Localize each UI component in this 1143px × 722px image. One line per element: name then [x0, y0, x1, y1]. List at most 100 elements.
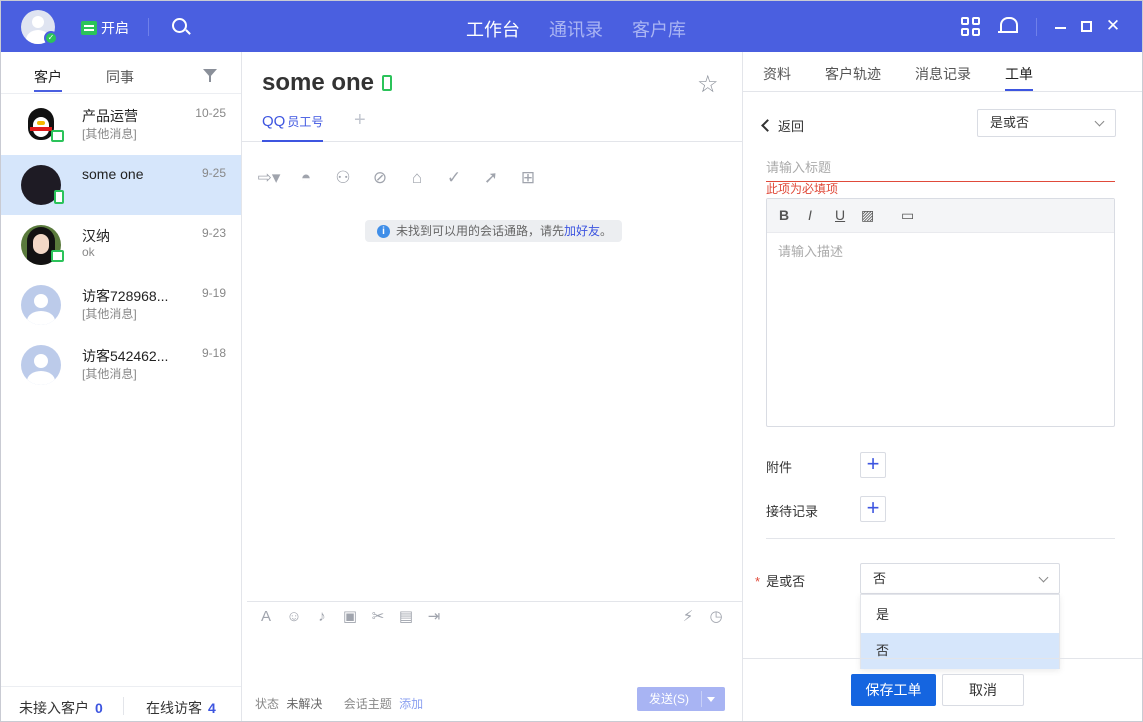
notice-end: 。 — [600, 224, 613, 238]
add-friend-link[interactable]: 加好友 — [564, 220, 600, 242]
home-block-icon[interactable]: ⌂ — [404, 166, 430, 190]
italic-icon[interactable]: I — [808, 207, 812, 223]
chat-toolbar: ⇨▾ ◓ ⚇ ⊘ ⌂ ✓ ➚ ⊞ — [256, 166, 541, 190]
microphone-icon[interactable]: ♪ — [311, 606, 333, 628]
bold-icon[interactable]: B — [779, 207, 789, 223]
contact-last-message: [其他消息] — [82, 127, 137, 141]
apps-grid-icon[interactable] — [961, 17, 981, 37]
app-window: ✓ 开启 工作台 通讯录 客户库 ✕ 客户 同事 产品运营 [其他消息] 10-… — [0, 0, 1143, 722]
contact-name: some one — [82, 166, 144, 182]
filter-icon[interactable] — [203, 69, 217, 82]
list-item[interactable]: 产品运营 [其他消息] 10-25 — [1, 95, 241, 155]
close-icon[interactable]: ✕ — [1105, 17, 1121, 34]
ticket-type-value: 是或否 — [990, 115, 1030, 130]
maximize-icon[interactable] — [1081, 21, 1092, 32]
title-error: 此项为必填项 — [766, 182, 839, 196]
send-label: 发送(S) — [649, 692, 689, 706]
unaccepted-label: 未接入客户 — [19, 700, 89, 716]
back-button[interactable]: 返回 — [761, 116, 804, 135]
status-toggle[interactable]: 开启 — [81, 18, 129, 38]
chevron-down-icon[interactable] — [707, 697, 715, 702]
tab-profile[interactable]: 资料 — [763, 64, 791, 84]
add-record-button[interactable]: + — [860, 496, 886, 522]
attachment-label: 附件 — [766, 460, 793, 475]
unaccepted-customers[interactable]: 未接入客户 0 — [19, 698, 103, 718]
contact-name: 产品运营 — [82, 108, 138, 124]
search-icon[interactable] — [172, 18, 187, 33]
divider — [123, 697, 124, 715]
yes-no-label: 是或否 — [766, 574, 806, 589]
pc-device-icon — [51, 130, 64, 142]
save-ticket-button[interactable]: 保存工单 — [851, 674, 936, 706]
image-icon[interactable]: ▣ — [339, 606, 361, 628]
notice-banner: i 未找到可以用的会话通路，请先 加好友。 — [365, 220, 623, 242]
online-visitors[interactable]: 在线访客 4 — [146, 698, 216, 718]
list-item[interactable]: 汉纳 ok 9-23 — [1, 215, 241, 275]
contact-tabs: 客户 同事 — [1, 52, 241, 94]
tab-ticket[interactable]: 工单 — [1005, 64, 1033, 91]
quick-reply-icon[interactable]: ▤ — [395, 606, 417, 628]
star-icon[interactable]: ☆ — [697, 70, 719, 99]
add-topic-link[interactable]: 添加 — [399, 697, 423, 711]
user-check-icon[interactable]: ✓ — [441, 166, 467, 190]
transfer-icon[interactable]: ⇥ — [423, 606, 445, 628]
comment-icon[interactable]: ▭ — [901, 207, 914, 224]
chevron-down-icon — [1094, 116, 1105, 127]
add-user-icon[interactable]: ⚇ — [330, 166, 356, 190]
add-channel-icon[interactable]: + — [354, 109, 366, 132]
customer-service-icon[interactable]: ◓ — [293, 166, 319, 190]
chevron-left-icon — [761, 119, 774, 132]
history-icon[interactable]: ◷ — [705, 606, 727, 628]
underline-icon[interactable]: U — [835, 207, 845, 223]
cancel-button[interactable]: 取消 — [942, 674, 1024, 706]
tab-customers[interactable]: 客户 — [34, 67, 62, 92]
tab-colleagues[interactable]: 同事 — [106, 67, 134, 87]
ticket-footer: 保存工单 取消 — [743, 658, 1142, 721]
status-label: 开启 — [101, 20, 129, 36]
contact-time: 9-19 — [201, 286, 226, 300]
scissors-icon[interactable]: ✂ — [367, 606, 389, 628]
option-yes[interactable]: 是 — [861, 597, 1059, 633]
contact-last-message: [其他消息] — [82, 367, 137, 381]
send-button[interactable]: 发送(S) — [637, 687, 725, 711]
tab-message-history[interactable]: 消息记录 — [915, 64, 971, 84]
minimize-icon[interactable] — [1055, 27, 1066, 29]
nav-contacts[interactable]: 通讯录 — [549, 16, 603, 42]
contact-panel: 客户 同事 产品运营 [其他消息] 10-25 some one 9-25 汉纳… — [1, 52, 242, 721]
pc-device-icon — [51, 250, 64, 262]
ticket-type-select[interactable]: 是或否 — [977, 109, 1116, 137]
chat-contact-name: some one — [262, 69, 375, 96]
quick-phrase-icon[interactable]: ⚡ — [677, 606, 699, 628]
message-composer[interactable]: A ☺ ♪ ▣ ✂ ▤ ⇥ ⚡ ◷ 状态 未解决 会话主题 添加 发送(S) — [247, 601, 742, 721]
folder-transfer-icon[interactable]: ⇨▾ — [256, 166, 282, 190]
list-item[interactable]: 访客728968... [其他消息] 9-19 — [1, 275, 241, 335]
ticket-title-input[interactable]: 请输入标题 — [766, 158, 1115, 182]
add-attachment-button[interactable]: + — [860, 452, 886, 478]
tab-qq-label: QQ — [262, 113, 286, 130]
divider — [1036, 18, 1037, 36]
status-value[interactable]: 未解决 — [286, 697, 322, 711]
nav-customer-library[interactable]: 客户库 — [632, 16, 686, 42]
tab-qq[interactable]: QQ 员工号 — [262, 113, 324, 142]
description-editor[interactable]: B I U ▨ ▭ 请输入描述 — [766, 198, 1115, 427]
emoji-icon[interactable]: ☺ — [283, 606, 305, 628]
ticket-panel: 资料 客户轨迹 消息记录 工单 返回 是或否 请输入标题 此项为必填项 B I … — [742, 52, 1142, 721]
contact-time: 10-25 — [195, 106, 226, 120]
chat-panel: some one ☆ QQ 员工号 + ⇨▾ ◓ ⚇ ⊘ ⌂ ✓ ➚ ⊞ i 未找… — [242, 52, 742, 721]
contact-time: 9-18 — [201, 346, 226, 360]
info-icon: i — [377, 224, 390, 238]
add-comment-icon[interactable]: ⊞ — [515, 166, 541, 190]
tab-customer-track[interactable]: 客户轨迹 — [825, 64, 881, 84]
font-icon[interactable]: A — [255, 606, 277, 628]
top-bar: ✓ 开启 工作台 通讯录 客户库 ✕ — [1, 1, 1142, 52]
list-item[interactable]: 访客542462... [其他消息] 9-18 — [1, 335, 241, 395]
block-user-icon[interactable]: ⊘ — [367, 166, 393, 190]
contact-time: 9-23 — [201, 226, 226, 240]
transfer-user-icon[interactable]: ➚ — [478, 166, 504, 190]
status-label: 状态 — [255, 697, 280, 711]
nav-workbench[interactable]: 工作台 — [466, 16, 520, 42]
image-icon[interactable]: ▨ — [861, 207, 874, 224]
bell-icon[interactable] — [998, 16, 1018, 36]
list-item[interactable]: some one 9-25 — [1, 155, 241, 215]
yes-no-select[interactable]: 否 — [860, 563, 1060, 594]
